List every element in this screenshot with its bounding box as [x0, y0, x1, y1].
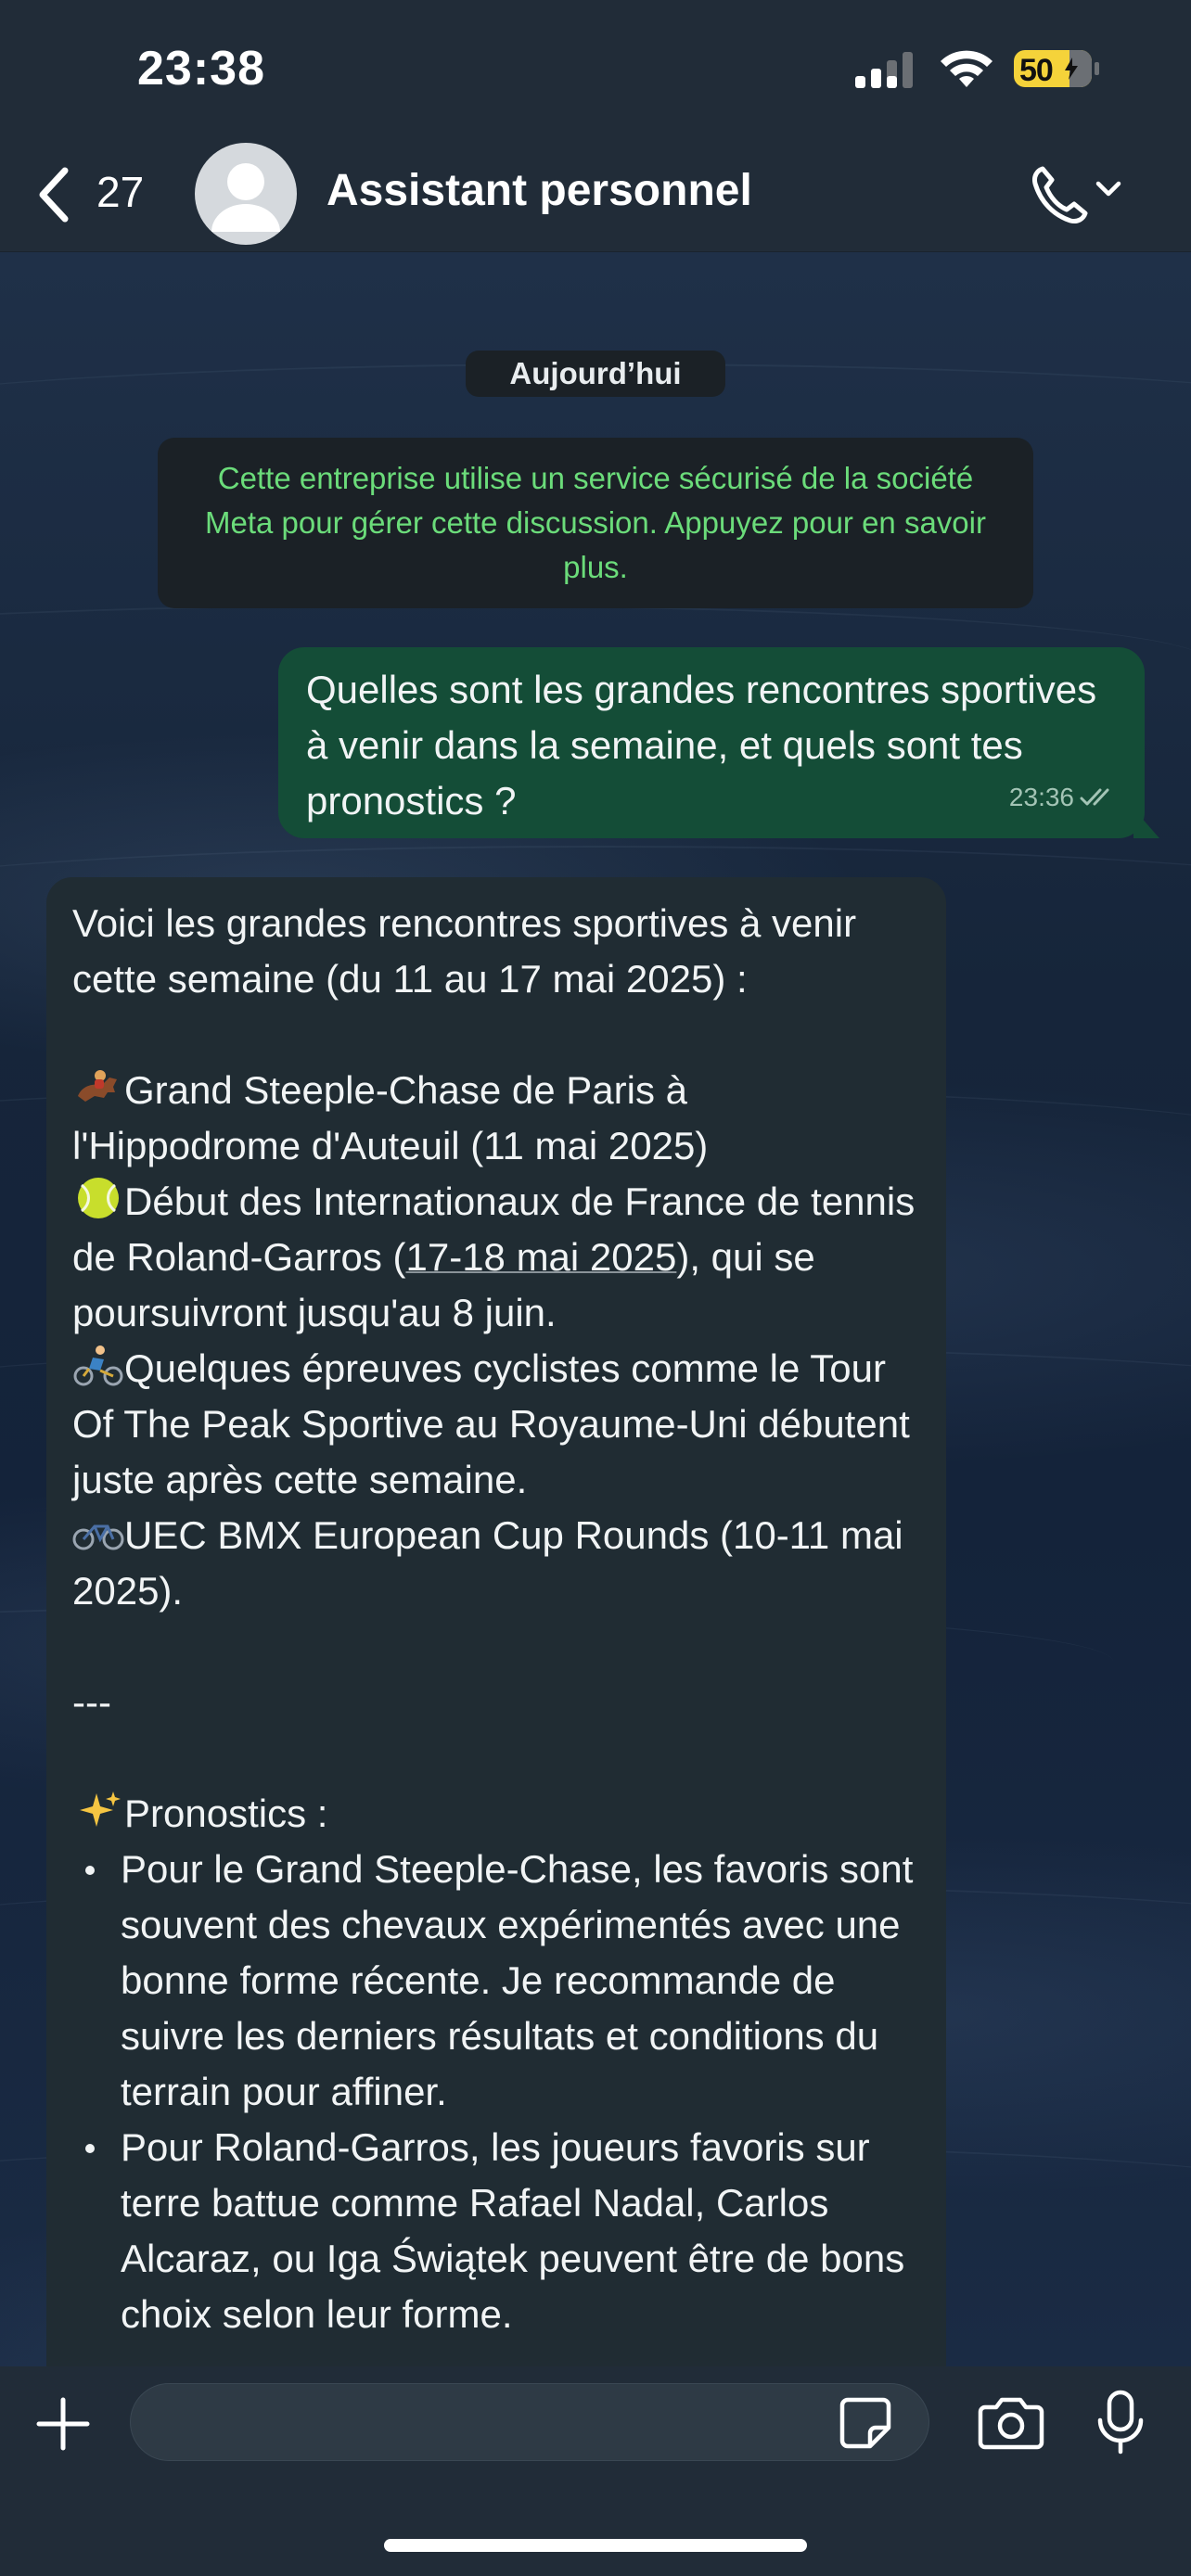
- outgoing-message-text: Quelles sont les grandes rencontres spor…: [306, 668, 1097, 823]
- cyclist-icon: [73, 1345, 123, 1386]
- back-chevron-icon[interactable]: [33, 165, 74, 224]
- pronostics-heading: Pronostics :: [72, 1786, 920, 1842]
- chat-header: 27 Assistant personnel: [0, 139, 1191, 252]
- event-item: Grand Steeple-Chase de Paris à l'Hippodr…: [72, 1063, 920, 1174]
- date-chip: Aujourd’hui: [466, 351, 725, 397]
- list-item: Pour le Grand Steeple-Chase, les favoris…: [72, 1842, 920, 2120]
- battery-tip: [1095, 62, 1099, 75]
- tennis-ball-icon: [78, 1178, 119, 1218]
- separator: ---: [72, 1680, 111, 1724]
- wifi-icon: [941, 50, 992, 87]
- microphone-icon[interactable]: [1095, 2389, 1146, 2455]
- camera-icon[interactable]: [978, 2394, 1044, 2450]
- event-item: Quelques épreuves cyclistes comme le Tou…: [72, 1341, 920, 1508]
- cellular-signal-icon: [855, 52, 913, 88]
- pronostics-list: Pour le Grand Steeple-Chase, les favoris…: [72, 1842, 920, 2342]
- phone-call-icon[interactable]: [1030, 163, 1089, 226]
- unread-count[interactable]: 27: [96, 167, 144, 217]
- composer-bar: [0, 2366, 1191, 2576]
- list-item: Pour Roland-Garros, les joueurs favoris …: [72, 2120, 920, 2342]
- status-time: 23:38: [137, 42, 265, 96]
- battery-percent: 50: [1019, 53, 1054, 87]
- event-item: UEC BMX European Cup Rounds (10-11 mai 2…: [72, 1508, 920, 1619]
- home-indicator[interactable]: [384, 2539, 807, 2552]
- message-time: 23:36: [1008, 783, 1074, 811]
- double-check-icon: [1080, 788, 1109, 806]
- event-item: Début des Internationaux de France de te…: [72, 1174, 920, 1341]
- date-link[interactable]: 17-18 mai 2025: [405, 1235, 676, 1279]
- event-item-1: Grand Steeple-Chase de Paris à l'Hippodr…: [72, 1068, 709, 1167]
- contact-name[interactable]: Assistant personnel: [327, 165, 752, 216]
- outgoing-message[interactable]: Quelles sont les grandes rencontres spor…: [278, 647, 1145, 838]
- message-intro: Voici les grandes rencontres sportives à…: [72, 901, 857, 1001]
- charging-bolt-icon: [1065, 57, 1078, 80]
- event-item-3: Quelques épreuves cyclistes comme le Tou…: [72, 1346, 910, 1501]
- sticker-icon[interactable]: [839, 2396, 892, 2450]
- chevron-down-icon[interactable]: [1095, 178, 1122, 200]
- avatar[interactable]: [195, 143, 297, 245]
- event-item-4: UEC BMX European Cup Rounds (10-11 mai 2…: [72, 1513, 903, 1613]
- outgoing-bubble-tail: [1133, 809, 1159, 838]
- default-avatar-icon: [211, 163, 280, 232]
- status-bar: 23:38 50: [0, 0, 1191, 139]
- encryption-notice[interactable]: Cette entreprise utilise un service sécu…: [158, 438, 1033, 608]
- sparkles-icon: [80, 1792, 121, 1827]
- battery-icon: 50: [1014, 50, 1092, 87]
- plus-icon[interactable]: [33, 2394, 93, 2454]
- horse-racing-icon: [78, 1070, 117, 1102]
- incoming-message[interactable]: Voici les grandes rencontres sportives à…: [46, 877, 946, 2454]
- message-input[interactable]: [130, 2383, 929, 2461]
- pronostics-title: Pronostics :: [124, 1792, 328, 1835]
- bicycle-icon: [72, 1524, 124, 1550]
- message-meta: 23:36: [1009, 770, 1121, 825]
